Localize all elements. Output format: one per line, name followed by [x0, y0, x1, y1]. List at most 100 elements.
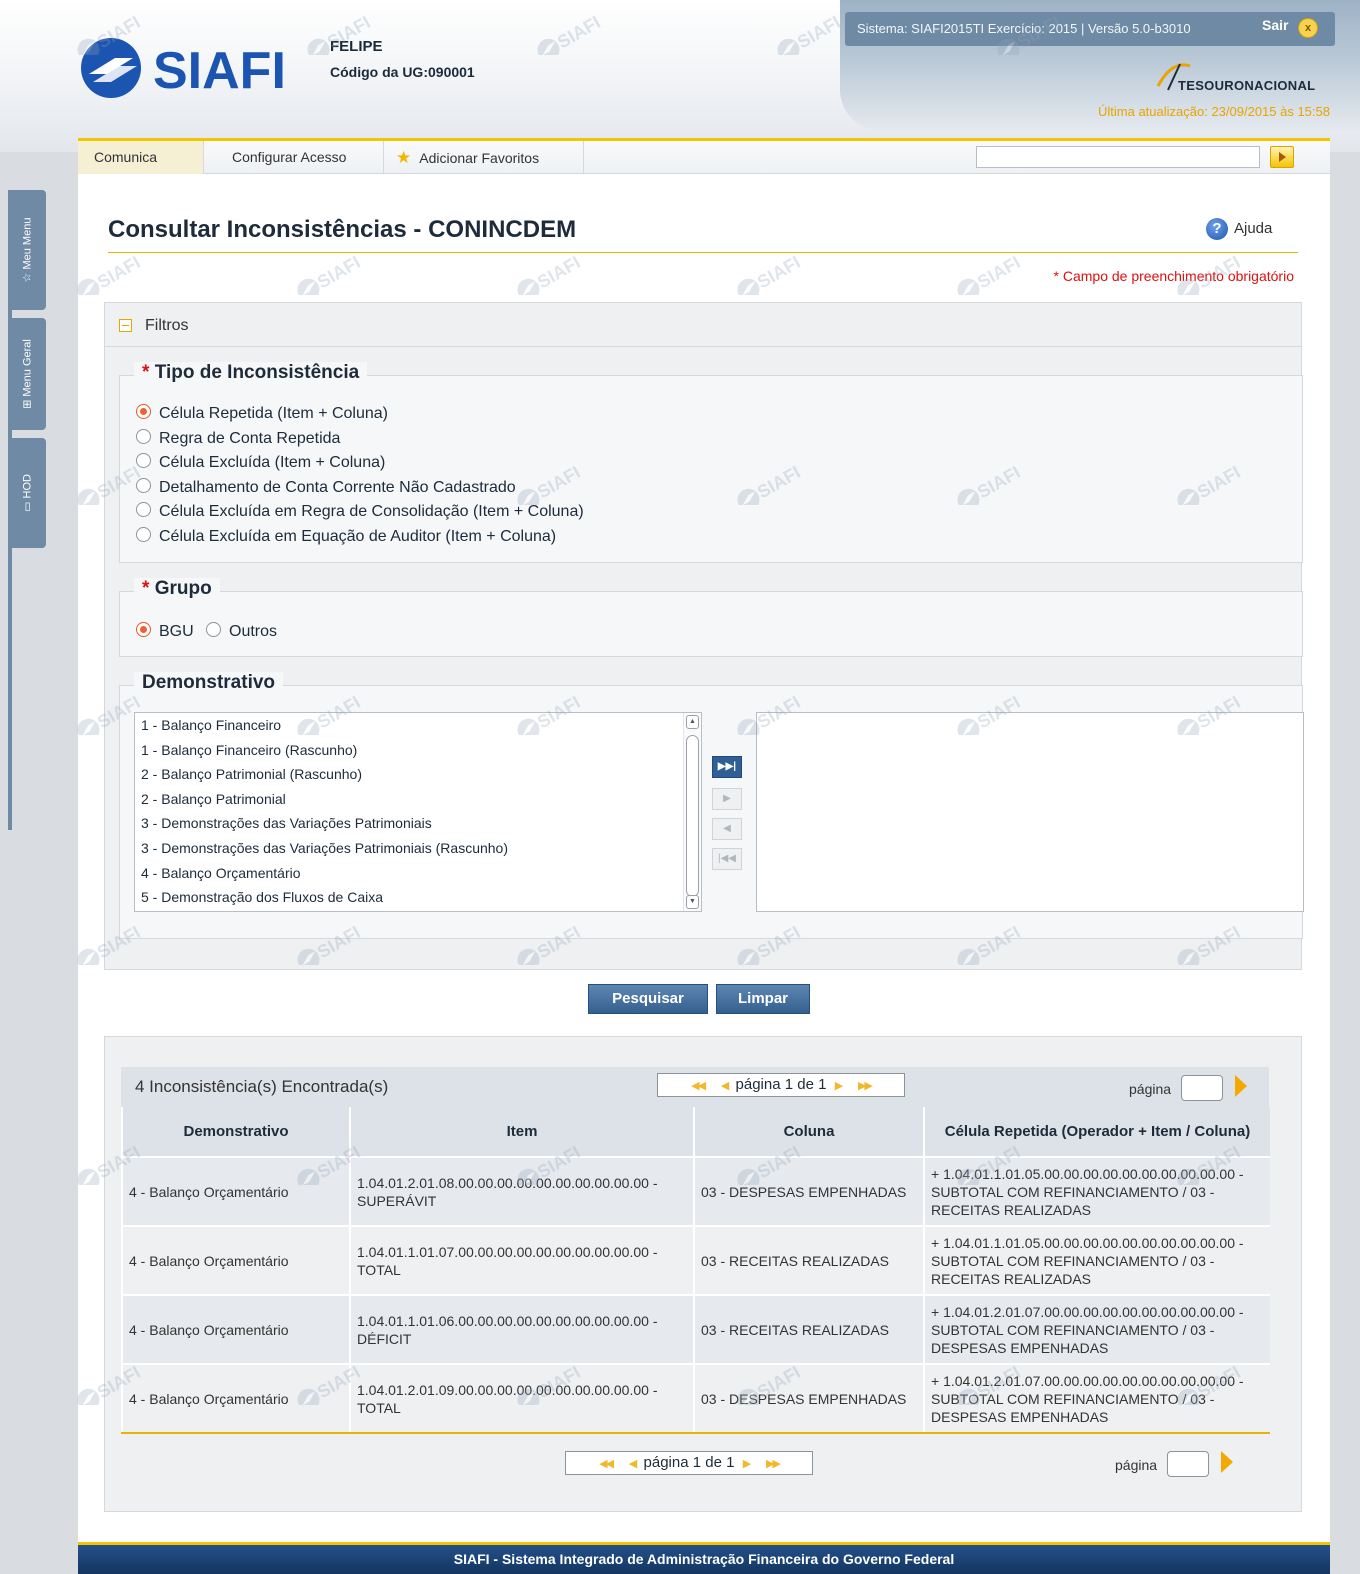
- column-header[interactable]: Demonstrativo: [121, 1107, 350, 1157]
- grupo-option-label: Outros: [229, 623, 278, 640]
- radio-grupo-bgu[interactable]: [136, 622, 151, 637]
- last-page-icon[interactable]: ▶▶: [766, 1458, 781, 1470]
- column-header[interactable]: Célula Repetida (Operador + Item / Colun…: [923, 1107, 1270, 1157]
- grupo-option-bgu[interactable]: BGU: [136, 622, 194, 641]
- demonstrativo-option[interactable]: 1 - Balanço Financeiro: [135, 713, 681, 738]
- demonstrativo-fieldset: Demonstrativo 1 - Balanço Financeiro 1 - …: [119, 672, 1304, 939]
- help-label: Ajuda: [1234, 219, 1273, 237]
- help-icon: ?: [1206, 218, 1228, 240]
- arrow-right-icon[interactable]: [1270, 146, 1294, 168]
- tipo-option-5[interactable]: Célula Excluída em Equação de Auditor (I…: [136, 527, 556, 546]
- menu-configurar-acesso[interactable]: Configurar Acesso: [204, 141, 384, 174]
- first-page-icon[interactable]: ◀◀: [691, 1080, 706, 1092]
- tipo-option-label: Célula Repetida (Item + Coluna): [159, 405, 389, 422]
- logout-button[interactable]: Sair: [1258, 10, 1334, 46]
- move-all-left-icon[interactable]: |◀◀: [712, 848, 742, 870]
- table-cell: 4 - Balanço Orçamentário: [121, 1156, 350, 1226]
- move-left-icon[interactable]: ◀: [712, 818, 742, 840]
- table-row[interactable]: 4 - Balanço Orçamentário 1.04.01.2.01.08…: [121, 1156, 1270, 1226]
- grupo-legend-text: Grupo: [154, 578, 212, 599]
- move-all-right-icon[interactable]: ▶▶|: [712, 756, 742, 778]
- close-icon[interactable]: x: [1298, 18, 1318, 38]
- go-page-icon[interactable]: [1221, 1451, 1233, 1473]
- radio-tipo-2[interactable]: [136, 453, 151, 468]
- menu-comunica[interactable]: Comunica: [78, 141, 204, 174]
- demonstrativo-legend: Demonstrativo: [134, 672, 284, 694]
- tipo-option-2[interactable]: Célula Excluída (Item + Coluna): [136, 453, 385, 472]
- footer: SIAFI - Sistema Integrado de Administraç…: [78, 1542, 1330, 1574]
- menu-search-input[interactable]: [976, 146, 1260, 168]
- column-header[interactable]: Coluna: [693, 1107, 924, 1157]
- next-page-icon[interactable]: ▶: [743, 1458, 752, 1470]
- table-cell: 03 - DESPESAS EMPENHADAS: [693, 1156, 924, 1226]
- grupo-fieldset: * Grupo BGU Outros: [119, 578, 1303, 657]
- menu-adicionar-favoritos[interactable]: ★ Adicionar Favoritos: [384, 141, 584, 174]
- demonstrativo-option[interactable]: 3 - Demonstrações das Variações Patrimon…: [135, 811, 681, 836]
- radio-tipo-1[interactable]: [136, 429, 151, 444]
- tab-menu-geral[interactable]: ⊞ Menu Geral: [8, 318, 46, 430]
- demonstrativo-option[interactable]: 2 - Balanço Patrimonial (Rascunho): [135, 762, 681, 787]
- scroll-up-icon[interactable]: ▲: [686, 715, 699, 729]
- table-row[interactable]: 4 - Balanço Orçamentário 1.04.01.2.01.09…: [121, 1363, 1270, 1434]
- limpar-button[interactable]: Limpar: [716, 984, 810, 1014]
- column-header[interactable]: Item: [349, 1107, 694, 1157]
- table-cell: 1.04.01.1.01.06.00.00.00.00.00.00.00.00.…: [349, 1294, 694, 1364]
- last-page-icon[interactable]: ▶▶: [858, 1080, 873, 1092]
- demonstrativo-option[interactable]: 3 - Demonstrações das Variações Patrimon…: [135, 836, 681, 861]
- radio-tipo-4[interactable]: [136, 502, 151, 517]
- scroll-thumb[interactable]: [686, 735, 699, 897]
- demonstrativo-option[interactable]: 5 - Demonstração dos Fluxos de Caixa: [135, 885, 681, 910]
- page-jump-label: página: [1129, 1081, 1172, 1097]
- prev-page-icon[interactable]: ◀: [721, 1080, 730, 1092]
- page-jump-input[interactable]: [1181, 1075, 1223, 1101]
- radio-tipo-3[interactable]: [136, 478, 151, 493]
- radio-tipo-5[interactable]: [136, 527, 151, 542]
- help-link[interactable]: ? Ajuda: [1206, 218, 1272, 240]
- tipo-option-3[interactable]: Detalhamento de Conta Corrente Não Cadas…: [136, 478, 516, 497]
- title-divider: [108, 252, 1298, 253]
- tipo-option-1[interactable]: Regra de Conta Repetida: [136, 429, 340, 448]
- tab-meu-menu-label: ☆ Meu Menu: [21, 217, 34, 283]
- ug-line: Código da UG:090001: [330, 64, 475, 80]
- results-header: 4 Inconsistência(s) Encontrada(s) ◀◀ ◀ p…: [121, 1067, 1269, 1107]
- pager-label: página 1 de 1: [643, 1454, 735, 1471]
- grupo-option-outros[interactable]: Outros: [206, 622, 277, 641]
- table-cell: 1.04.01.2.01.08.00.00.00.00.00.00.00.00.…: [349, 1156, 694, 1226]
- go-page-icon[interactable]: [1235, 1075, 1247, 1097]
- tipo-option-4[interactable]: Célula Excluída em Regra de Consolidação…: [136, 502, 584, 521]
- app-root: SIAFI FELIPE Código da UG:090001 Sistema…: [0, 0, 1360, 1574]
- tab-hod[interactable]: ▭ HOD: [8, 438, 46, 548]
- table-cell: + 1.04.01.1.01.05.00.00.00.00.00.00.00.0…: [923, 1156, 1270, 1226]
- demonstrativo-selected-list[interactable]: [756, 712, 1304, 912]
- next-page-icon[interactable]: ▶: [835, 1080, 844, 1092]
- demonstrativo-available-list[interactable]: 1 - Balanço Financeiro 1 - Balanço Financ…: [134, 712, 702, 912]
- collapse-icon[interactable]: [119, 319, 132, 332]
- radio-tipo-0[interactable]: [136, 404, 151, 419]
- table-row[interactable]: 4 - Balanço Orçamentário 1.04.01.1.01.06…: [121, 1294, 1270, 1364]
- table-cell: 03 - RECEITAS REALIZADAS: [693, 1294, 924, 1364]
- table-cell: + 1.04.01.1.01.05.00.00.00.00.00.00.00.0…: [923, 1225, 1270, 1295]
- menu-adicionar-favoritos-label: Adicionar Favoritos: [419, 150, 540, 166]
- table-row[interactable]: 4 - Balanço Orçamentário 1.04.01.1.01.07…: [121, 1225, 1270, 1295]
- demonstrativo-option[interactable]: 2 - Balanço Patrimonial: [135, 787, 681, 812]
- filters-header[interactable]: Filtros: [105, 303, 1301, 347]
- demonstrativo-option[interactable]: 1 - Balanço Financeiro (Rascunho): [135, 738, 681, 763]
- first-page-icon[interactable]: ◀◀: [599, 1458, 614, 1470]
- tipo-required-mark: *: [142, 362, 150, 383]
- table-cell: 4 - Balanço Orçamentário: [121, 1363, 350, 1434]
- prev-page-icon[interactable]: ◀: [629, 1458, 638, 1470]
- radio-grupo-outros[interactable]: [206, 622, 221, 637]
- logo-text: SIAFI: [153, 42, 286, 100]
- table-cell: 03 - RECEITAS REALIZADAS: [693, 1225, 924, 1295]
- siafi-logo[interactable]: SIAFI: [75, 28, 315, 108]
- tipo-option-label: Regra de Conta Repetida: [159, 430, 341, 447]
- list-scrollbar[interactable]: ▲ ▼: [683, 713, 701, 911]
- page-jump-input[interactable]: [1167, 1451, 1209, 1477]
- scroll-down-icon[interactable]: ▼: [686, 895, 699, 909]
- demonstrativo-option[interactable]: 4 - Balanço Orçamentário: [135, 861, 681, 886]
- pesquisar-button[interactable]: Pesquisar: [588, 984, 708, 1014]
- move-right-icon[interactable]: ▶: [712, 788, 742, 810]
- tab-meu-menu[interactable]: ☆ Meu Menu: [8, 190, 46, 310]
- tipo-option-0[interactable]: Célula Repetida (Item + Coluna): [136, 404, 388, 423]
- pager-top: ◀◀ ◀ página 1 de 1 ▶ ▶▶: [657, 1073, 905, 1097]
